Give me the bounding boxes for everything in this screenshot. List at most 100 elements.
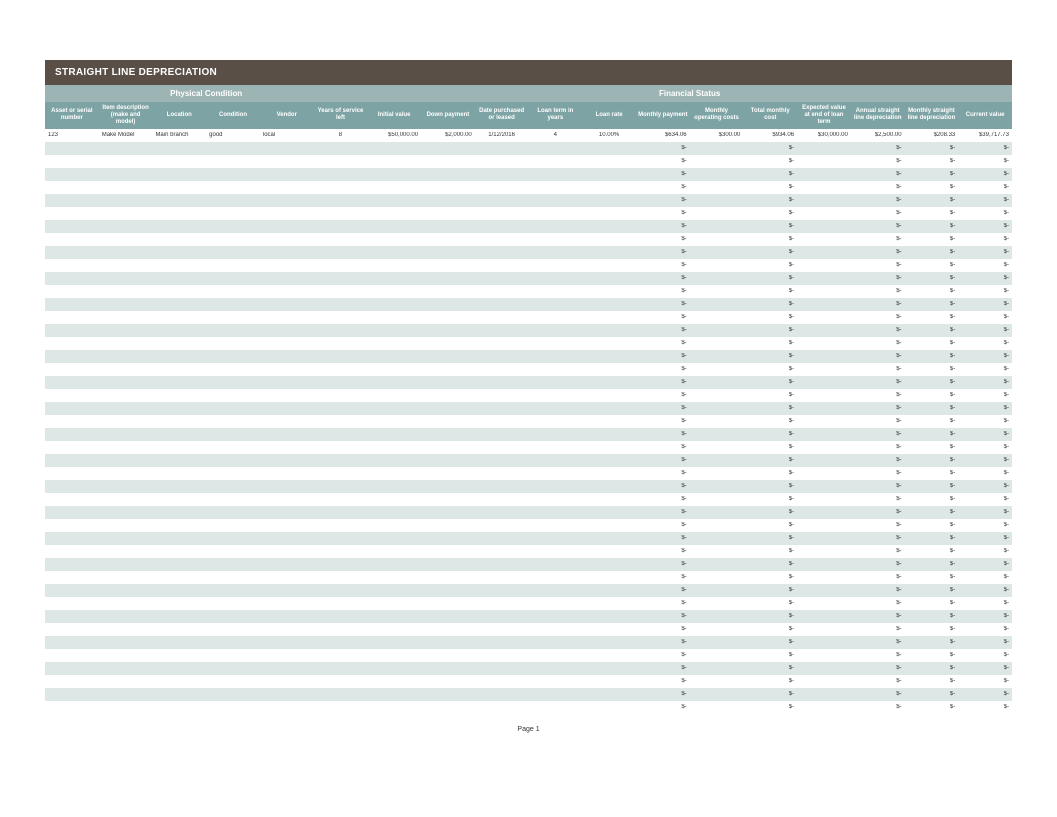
table-cell: $- [958,340,1012,346]
table-cell: $39,717.73 [958,132,1012,138]
table-row: $-$-$-$-$- [45,480,1012,493]
table-cell: $2,500.00 [851,132,905,138]
table-cell: $- [905,327,959,333]
table-cell: $- [851,431,905,437]
table-cell: $- [636,522,690,528]
table-cell: $- [905,652,959,658]
table-cell: $- [851,145,905,151]
table-cell: $- [905,574,959,580]
table-cell: $- [958,496,1012,502]
table-row: $-$-$-$-$- [45,493,1012,506]
table-cell: $- [958,392,1012,398]
table-cell: $- [958,236,1012,242]
title-text: STRAIGHT LINE DEPRECIATION [55,67,217,78]
table-cell: good [206,132,260,138]
table-cell: $- [905,548,959,554]
table-cell: $- [636,431,690,437]
table-cell: $634.06 [636,132,690,138]
column-header: Expected value at end of loan term [797,102,851,129]
table-row: $-$-$-$-$- [45,415,1012,428]
table-cell: $- [636,652,690,658]
table-row: $-$-$-$-$- [45,428,1012,441]
column-header: Initial value [367,102,421,129]
table-cell: Make Model [99,132,153,138]
table-cell: $- [958,600,1012,606]
table-cell: 4 [528,132,582,138]
table-cell: $- [851,587,905,593]
table-cell: $- [636,314,690,320]
table-cell: $- [743,483,797,489]
table-cell: $- [905,262,959,268]
table-cell: $- [636,574,690,580]
table-cell: $- [905,405,959,411]
table-cell: $- [636,145,690,151]
table-cell: $- [743,691,797,697]
table-row: $-$-$-$-$- [45,623,1012,636]
table-cell: $- [905,184,959,190]
table-cell: $- [636,236,690,242]
table-cell: $- [905,509,959,515]
table-row: $-$-$-$-$- [45,532,1012,545]
table-cell: $- [743,275,797,281]
table-row: $-$-$-$-$- [45,545,1012,558]
table-cell: $- [958,444,1012,450]
column-header: Total monthly cost [743,102,797,129]
table-cell: $- [636,548,690,554]
table-cell: $- [743,249,797,255]
table-cell: $- [636,288,690,294]
table-cell: $- [851,418,905,424]
table-cell: $- [958,353,1012,359]
table-cell: $- [958,483,1012,489]
section-physical: Physical Condition [45,85,367,102]
table-cell: $- [636,366,690,372]
table-cell: $- [851,158,905,164]
table-cell: $- [851,613,905,619]
table-cell: $- [958,535,1012,541]
column-header: Condition [206,102,260,129]
table-row: $-$-$-$-$- [45,584,1012,597]
table-cell: $- [636,496,690,502]
table-cell: $- [636,457,690,463]
table-row: $-$-$-$-$- [45,311,1012,324]
table-row: 123Make ModelMain branchgoodlocal8$50,00… [45,129,1012,142]
table-cell: $- [905,392,959,398]
data-rows: 123Make ModelMain branchgoodlocal8$50,00… [45,129,1012,714]
table-cell: $- [958,626,1012,632]
table-cell: $- [958,665,1012,671]
table-cell: $30,000.00 [797,132,851,138]
table-row: $-$-$-$-$- [45,506,1012,519]
table-cell: $- [851,327,905,333]
table-cell: $- [905,223,959,229]
table-cell: $- [905,496,959,502]
table-cell: $- [851,184,905,190]
column-header: Vendor [260,102,314,129]
table-cell: $- [851,366,905,372]
table-row: $-$-$-$-$- [45,298,1012,311]
table-cell: $- [905,275,959,281]
table-cell: $- [743,184,797,190]
table-cell: $- [851,574,905,580]
table-cell: $- [743,678,797,684]
table-cell: $- [743,665,797,671]
section-header-row: Physical Condition Financial Status [45,85,1012,102]
table-row: $-$-$-$-$- [45,363,1012,376]
table-cell: $- [905,561,959,567]
table-cell: $- [743,340,797,346]
table-cell: $- [743,587,797,593]
table-cell: $- [851,405,905,411]
table-cell: $- [851,353,905,359]
table-cell: $- [851,210,905,216]
table-cell: $- [905,678,959,684]
table-row: $-$-$-$-$- [45,246,1012,259]
table-cell: $- [958,223,1012,229]
table-cell: $- [851,379,905,385]
column-header: Years of service left [314,102,368,129]
table-cell: $- [905,587,959,593]
table-row: $-$-$-$-$- [45,376,1012,389]
table-cell: $- [958,197,1012,203]
table-cell: $- [958,691,1012,697]
table-row: $-$-$-$-$- [45,285,1012,298]
column-header: Loan term in years [528,102,582,129]
table-cell: $- [851,626,905,632]
table-cell: $- [958,379,1012,385]
